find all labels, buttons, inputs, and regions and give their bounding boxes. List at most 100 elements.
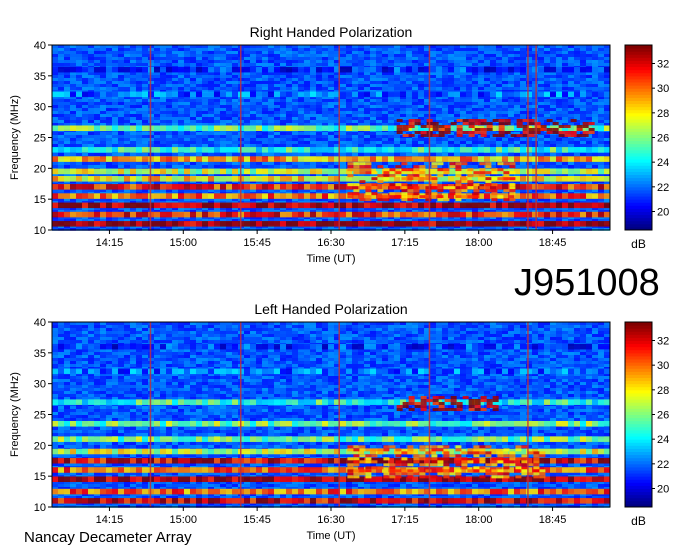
noise-cell bbox=[286, 165, 292, 168]
noise-cell bbox=[532, 162, 538, 165]
noise-cell bbox=[490, 153, 496, 156]
noise-cell bbox=[256, 108, 262, 111]
noise-cell bbox=[88, 153, 94, 156]
noise-cell bbox=[478, 153, 484, 156]
noise-cell bbox=[268, 114, 274, 117]
noise-cell bbox=[460, 87, 466, 90]
noise-cell bbox=[118, 135, 124, 138]
noise-cell bbox=[514, 111, 520, 114]
noise-cell bbox=[166, 48, 172, 51]
noise-cell bbox=[442, 102, 448, 105]
noise-cell bbox=[358, 72, 364, 75]
noise-cell bbox=[190, 162, 196, 165]
noise-cell bbox=[574, 108, 580, 111]
noise-cell bbox=[232, 78, 238, 81]
noise-cell bbox=[340, 54, 346, 57]
noise-cell bbox=[508, 54, 514, 57]
noise-cell bbox=[178, 54, 184, 57]
noise-cell bbox=[568, 60, 574, 63]
noise-cell bbox=[394, 54, 400, 57]
noise-cell bbox=[364, 51, 370, 54]
noise-cell bbox=[82, 162, 88, 165]
noise-cell bbox=[250, 108, 256, 111]
noise-cell bbox=[436, 81, 442, 84]
noise-cell bbox=[178, 99, 184, 102]
noise-cell bbox=[292, 51, 298, 54]
noise-cell bbox=[172, 75, 178, 78]
noise-cell bbox=[274, 60, 280, 63]
noise-cell bbox=[142, 87, 148, 90]
noise-cell bbox=[550, 162, 556, 165]
noise-cell bbox=[124, 87, 130, 90]
noise-cell bbox=[250, 132, 256, 135]
noise-cell bbox=[256, 120, 262, 123]
noise-cell bbox=[328, 78, 334, 81]
noise-cell bbox=[520, 60, 526, 63]
noise-cell bbox=[580, 75, 586, 78]
noise-cell bbox=[436, 105, 442, 108]
noise-cell bbox=[154, 54, 160, 57]
noise-cell bbox=[184, 108, 190, 111]
noise-cell bbox=[268, 102, 274, 105]
noise-cell bbox=[322, 72, 328, 75]
noise-cell bbox=[328, 60, 334, 63]
noise-cell bbox=[304, 135, 310, 138]
noise-cell bbox=[478, 87, 484, 90]
noise-cell bbox=[160, 117, 166, 120]
noise-cell bbox=[544, 60, 550, 63]
noise-cell bbox=[292, 111, 298, 114]
noise-cell bbox=[76, 138, 82, 141]
noise-cell bbox=[76, 78, 82, 81]
noise-cell bbox=[508, 57, 514, 60]
noise-cell bbox=[442, 144, 448, 147]
noise-cell bbox=[136, 78, 142, 81]
noise-cell bbox=[130, 153, 136, 156]
noise-cell bbox=[118, 141, 124, 144]
noise-cell bbox=[592, 81, 598, 84]
noise-cell bbox=[514, 57, 520, 60]
noise-cell bbox=[508, 102, 514, 105]
noise-cell bbox=[574, 111, 580, 114]
noise-cell bbox=[262, 48, 268, 51]
noise-cell bbox=[154, 75, 160, 78]
noise-cell bbox=[172, 54, 178, 57]
noise-cell bbox=[328, 75, 334, 78]
noise-cell bbox=[256, 78, 262, 81]
noise-cell bbox=[64, 102, 70, 105]
noise-cell bbox=[190, 54, 196, 57]
noise-cell bbox=[232, 144, 238, 147]
noise-cell bbox=[64, 57, 70, 60]
noise-cell bbox=[550, 114, 556, 117]
noise-cell bbox=[280, 132, 286, 135]
noise-cell bbox=[364, 102, 370, 105]
noise-cell bbox=[244, 54, 250, 57]
noise-cell bbox=[418, 60, 424, 63]
noise-cell bbox=[280, 165, 286, 168]
noise-cell bbox=[310, 60, 316, 63]
noise-cell bbox=[94, 63, 100, 66]
noise-cell bbox=[142, 141, 148, 144]
noise-cell bbox=[604, 84, 610, 87]
noise-cell bbox=[274, 153, 280, 156]
noise-cell bbox=[58, 120, 64, 123]
noise-cell bbox=[394, 135, 400, 138]
noise-cell bbox=[208, 51, 214, 54]
noise-cell bbox=[520, 162, 526, 165]
noise-cell bbox=[502, 144, 508, 147]
noise-cell bbox=[364, 78, 370, 81]
noise-cell bbox=[184, 153, 190, 156]
noise-cell bbox=[220, 102, 226, 105]
noise-cell bbox=[442, 165, 448, 168]
noise-cell bbox=[412, 144, 418, 147]
noise-cell bbox=[544, 138, 550, 141]
noise-cell bbox=[526, 105, 532, 108]
noise-cell bbox=[322, 48, 328, 51]
noise-cell bbox=[442, 153, 448, 156]
noise-cell bbox=[508, 87, 514, 90]
noise-cell bbox=[514, 102, 520, 105]
noise-cell bbox=[208, 48, 214, 51]
noise-cell bbox=[172, 63, 178, 66]
noise-cell bbox=[124, 132, 130, 135]
noise-cell bbox=[52, 162, 58, 165]
noise-cell bbox=[502, 165, 508, 168]
